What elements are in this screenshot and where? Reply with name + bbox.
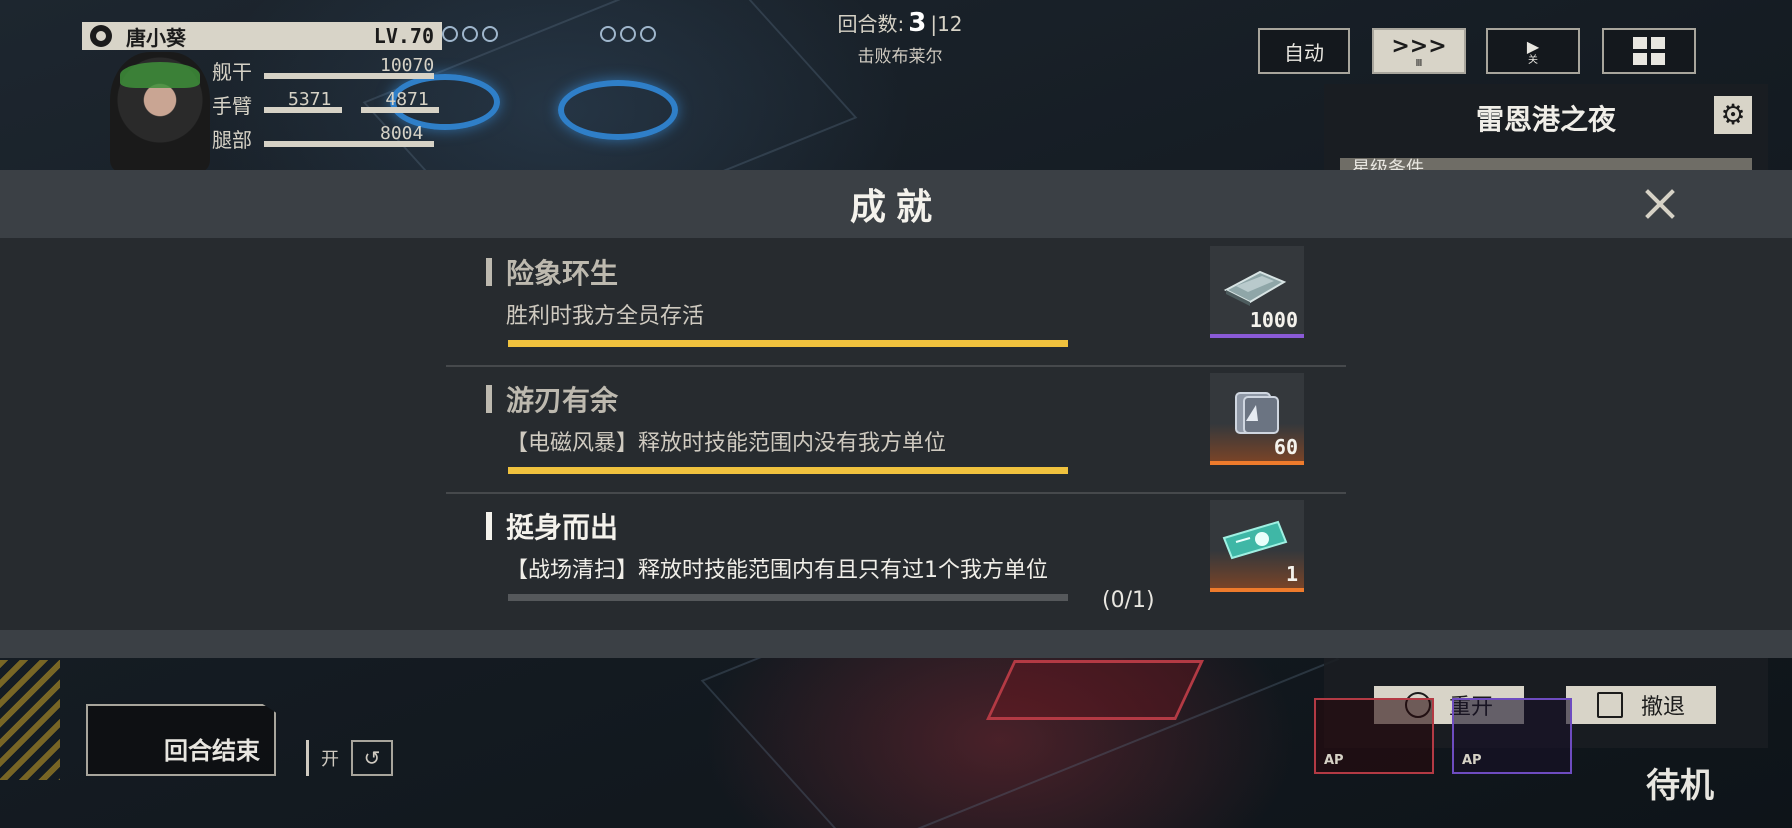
stat-label: 舰干 [212,60,252,84]
grid-menu-icon [1633,37,1665,65]
unit-range-ring [558,80,678,140]
stat-row-legs: 腿部 8004 [212,123,434,153]
achievements-modal: 成就 险象环生 胜利时我方全员存活 1000 游刃有余 【电磁风暴】释放时技能范… [0,170,1792,658]
alloy-plate-icon [1223,270,1287,306]
unit-status-chip[interactable] [600,26,656,42]
modal-title: 成就 [849,187,942,228]
unit-status-chip[interactable] [442,26,498,42]
close-icon[interactable] [1640,184,1680,224]
progress-fill [508,340,1068,347]
divider [306,740,309,776]
ticket-icon [1222,520,1288,560]
buff-icon [600,26,616,42]
achievement-description: 【电磁风暴】释放时技能范围内没有我方单位 [506,431,947,456]
ap-label: AP [1462,753,1482,768]
enemy-zone [986,660,1204,720]
reward-item[interactable]: 1 [1210,500,1304,592]
skip-animation-button[interactable]: ▶ 关 [1486,28,1580,74]
progress-fill [508,467,1068,474]
reward-quantity: 1000 [1249,308,1298,332]
stat-row-body: 舰干 10070 [212,55,435,85]
reward-quantity: 1 [1285,562,1298,586]
stat-label: 手臂 [212,94,252,118]
stat-label: 腿部 [212,128,252,152]
skip-sub-label: 关 [1528,54,1538,66]
hazard-stripes [0,660,60,780]
achievement-description: 胜利时我方全员存活 [506,304,705,329]
buff-icon [482,26,498,42]
character-name: 唐小葵 [126,25,186,50]
achievement-progress-bar [508,467,1068,474]
film-play-icon: ▶ [1526,36,1540,56]
achievement-progress-bar [508,340,1068,347]
achievement-item: 险象环生 胜利时我方全员存活 1000 [446,240,1346,367]
reward-quantity: 60 [1273,435,1298,459]
modal-header: 成就 [0,170,1792,238]
round-counter: 回合数: 3 |12 [837,8,963,38]
character-panel[interactable]: 唐小葵 LV.70 舰干 10070 手臂 5371 4871 腿部 8004 [82,22,442,172]
mission-objective: 击败布莱尔 [857,47,943,67]
buff-icon [462,26,478,42]
ap-label: AP [1324,753,1344,768]
auto-button[interactable]: 自动 [1258,28,1350,74]
rarity-line [1210,461,1304,465]
achievement-item: 游刃有余 【电磁风暴】释放时技能范围内没有我方单位 60 [446,367,1346,494]
end-turn-label: 回合结束 [164,737,260,765]
modal-footer [0,630,1792,658]
buff-icon [620,26,636,42]
curve-toggle-icon[interactable]: ↺ [351,740,393,776]
rarity-line [1210,334,1304,338]
achievement-progress-bar [508,594,1068,601]
rarity-line [1210,588,1304,592]
round-label: 回合数: [837,12,905,36]
character-level: LV.70 [373,24,434,48]
settings-gear-icon[interactable]: ⚙ [1714,96,1752,134]
achievement-item: 挺身而出 【战场清扫】释放时技能范围内有且只有过1个我方单位 (0/1) 1 [446,494,1346,621]
stat-value: 4871 [385,89,429,110]
stat-value: 5371 [288,89,332,110]
stat-value: 10070 [380,55,435,76]
round-current: 3 [908,8,927,38]
buff-icon [640,26,656,42]
buff-icon [442,26,458,42]
stage-title: 雷恩港之夜 [1475,103,1616,136]
standby-button[interactable]: 待机 [1646,758,1714,807]
faction-emblem-icon [90,25,112,47]
round-total: 12 [937,12,963,36]
retreat-label: 撤退 [1640,695,1685,720]
fast-forward-icon: >>> [1391,33,1447,59]
stat-row-arm: 手臂 5371 4871 [212,89,440,119]
stat-value: 8004 [380,123,424,144]
achievement-name: 险象环生 [486,252,618,292]
achievement-name: 游刃有余 [486,379,618,419]
skill-card[interactable]: AP [1314,698,1434,774]
exit-door-icon [1596,692,1623,718]
achievement-description: 【战场清扫】释放时技能范围内有且只有过1个我方单位 [506,558,1048,583]
end-turn-button[interactable]: 回合结束 [86,704,276,776]
speed-button[interactable]: >>> Ⅲ [1372,28,1466,74]
character-portrait [110,52,210,172]
auto-toggle[interactable]: 开 ↺ [306,740,393,776]
toggle-label: 开 [321,749,339,770]
character-header: 唐小葵 LV.70 [82,22,442,50]
retreat-button[interactable]: 撤退 [1566,686,1716,724]
metal-block-icon [1235,392,1279,434]
speed-sub-label: Ⅲ [1415,57,1423,69]
achievement-name: 挺身而出 [486,506,618,546]
auto-label: 自动 [1284,40,1324,65]
skill-card[interactable]: AP [1452,698,1572,774]
achievement-counter: (0/1) [1102,588,1155,613]
reward-item[interactable]: 1000 [1210,246,1304,338]
round-info: 回合数: 3 |12 击败布莱尔 [820,8,980,67]
reward-item[interactable]: 60 [1210,373,1304,465]
menu-button[interactable] [1602,28,1696,74]
achievement-list: 险象环生 胜利时我方全员存活 1000 游刃有余 【电磁风暴】释放时技能范围内没… [446,240,1346,621]
